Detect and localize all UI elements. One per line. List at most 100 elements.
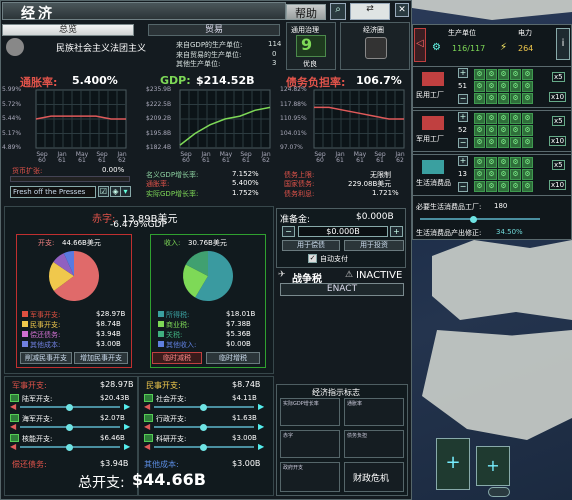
goods-slot[interactable]: ⚙ <box>474 157 485 168</box>
civ_factory-slot[interactable]: ⚙ <box>522 69 533 80</box>
civ_factory-slot[interactable]: ⚙ <box>498 81 509 92</box>
military-slider-knob[interactable] <box>66 424 73 431</box>
civ_factory-slot[interactable]: ⚙ <box>522 81 533 92</box>
raise-civil-button[interactable]: 增加民事开支 <box>74 352 128 364</box>
add-division-button[interactable]: + <box>476 446 510 486</box>
civ_factory-slot[interactable]: ⚙ <box>498 69 509 80</box>
close-icon[interactable]: ✕ <box>395 3 409 17</box>
civil-decrease-icon[interactable]: ◀ <box>144 442 150 451</box>
invest-button[interactable]: 用于投资 <box>344 240 404 251</box>
fiscal-crisis-indicator[interactable]: 财政危机 <box>344 462 404 492</box>
policy-check-icon[interactable]: ☑ <box>98 186 109 197</box>
military-increase-icon[interactable]: ▶ <box>124 422 130 431</box>
goods-slot[interactable]: ⚙ <box>498 157 509 168</box>
goods-slider[interactable] <box>420 218 540 220</box>
civil-increase-icon[interactable]: ▶ <box>258 402 264 411</box>
mil_factory-slot[interactable]: ⚙ <box>474 137 485 148</box>
mil_factory-slot[interactable]: ⚙ <box>486 125 497 136</box>
reserve-plus-button[interactable]: + <box>390 226 403 237</box>
unit-toggle-icon[interactable] <box>488 487 510 497</box>
goods-slot[interactable]: ⚙ <box>486 181 497 192</box>
goods-slot[interactable]: ⚙ <box>498 181 509 192</box>
search-icon[interactable]: ⌕ <box>330 3 346 20</box>
mil_factory-slot[interactable]: ⚙ <box>522 113 533 124</box>
goods-remove-button[interactable]: − <box>458 182 468 192</box>
civ_factory-slot[interactable]: ⚙ <box>510 69 521 80</box>
tab-trade[interactable]: 贸易 <box>148 24 280 36</box>
mil_factory-slot[interactable]: ⚙ <box>486 137 497 148</box>
civ_factory-slot[interactable]: ⚙ <box>522 93 533 104</box>
collapse-arrow-icon[interactable]: ◁ <box>414 28 426 62</box>
x5-button[interactable]: x5 <box>552 160 565 170</box>
economic-circle-box[interactable]: 经济圈 <box>340 22 410 70</box>
indicator-real-gdp[interactable]: 实际GDP增长率 <box>280 398 340 426</box>
goods-slot[interactable]: ⚙ <box>510 181 521 192</box>
add-unit-button[interactable]: + <box>436 438 470 490</box>
civ_factory-slot[interactable]: ⚙ <box>498 93 509 104</box>
civil-decrease-icon[interactable]: ◀ <box>144 422 150 431</box>
info-icon[interactable]: i <box>556 28 570 60</box>
mil_factory-slot[interactable]: ⚙ <box>522 125 533 136</box>
civ_factory-slot[interactable]: ⚙ <box>486 81 497 92</box>
goods-slider-knob[interactable] <box>470 216 477 223</box>
civ_factory-slot[interactable]: ⚙ <box>474 69 485 80</box>
indicator-spending[interactable]: 政府开支 <box>280 462 340 492</box>
indicator-deficit[interactable]: 赤字 <box>280 430 340 458</box>
civil-increase-icon[interactable]: ▶ <box>258 422 264 431</box>
mil_factory-slot[interactable]: ⚙ <box>510 125 521 136</box>
money-expansion-bar[interactable] <box>10 176 130 182</box>
chevron-down-icon[interactable]: ▾ <box>120 186 131 197</box>
civil-slider-knob[interactable] <box>200 404 207 411</box>
goods-slot[interactable]: ⚙ <box>510 169 521 180</box>
x10-button[interactable]: x10 <box>549 92 567 102</box>
repay-debt-button[interactable]: 用于偿债 <box>282 240 340 251</box>
enact-war-tax-button[interactable]: ENACT <box>280 283 404 296</box>
goods-slot[interactable]: ⚙ <box>510 157 521 168</box>
mil_factory-slot[interactable]: ⚙ <box>474 113 485 124</box>
goods-slot[interactable]: ⚙ <box>498 169 509 180</box>
goods-slot[interactable]: ⚙ <box>486 169 497 180</box>
temp-tax-raise-button[interactable]: 临时增税 <box>206 352 260 364</box>
goods-slot[interactable]: ⚙ <box>522 157 533 168</box>
civ_factory-remove-button[interactable]: − <box>458 94 468 104</box>
trade-route-icon[interactable]: ⇄ <box>350 3 390 20</box>
x5-button[interactable]: x5 <box>552 116 565 126</box>
goods-slot[interactable]: ⚙ <box>474 181 485 192</box>
x10-button[interactable]: x10 <box>549 136 567 146</box>
tab-overview[interactable]: 总览 <box>2 24 134 36</box>
mil_factory-slot[interactable]: ⚙ <box>498 125 509 136</box>
reserve-amount-input[interactable]: $0.000B <box>298 226 388 237</box>
civ_factory-slot[interactable]: ⚙ <box>474 93 485 104</box>
reserve-minus-button[interactable]: − <box>282 226 295 237</box>
mil_factory-add-button[interactable]: + <box>458 112 468 122</box>
goods-slot[interactable]: ⚙ <box>522 181 533 192</box>
mil_factory-slot[interactable]: ⚙ <box>498 137 509 148</box>
military-decrease-icon[interactable]: ◀ <box>10 422 16 431</box>
mil_factory-slot[interactable]: ⚙ <box>498 113 509 124</box>
indicator-debt[interactable]: 债务负担 <box>344 430 404 458</box>
military-decrease-icon[interactable]: ◀ <box>10 402 16 411</box>
governance-box[interactable]: 通用治理 9 优良 <box>286 22 336 70</box>
civil-slider-knob[interactable] <box>200 424 207 431</box>
civ_factory-add-button[interactable]: + <box>458 68 468 78</box>
mil_factory-slot[interactable]: ⚙ <box>510 113 521 124</box>
civil-slider-knob[interactable] <box>200 444 207 451</box>
goods-slot[interactable]: ⚙ <box>522 169 533 180</box>
military-slider-knob[interactable] <box>66 404 73 411</box>
goods-slot[interactable]: ⚙ <box>486 157 497 168</box>
cut-civil-button[interactable]: 削减民事开支 <box>20 352 72 364</box>
x10-button[interactable]: x10 <box>549 180 567 190</box>
goods-slot[interactable]: ⚙ <box>474 169 485 180</box>
civ_factory-slot[interactable]: ⚙ <box>474 81 485 92</box>
monetary-policy-select[interactable]: Fresh off the Presses <box>10 186 96 198</box>
military-decrease-icon[interactable]: ◀ <box>10 442 16 451</box>
mil_factory-remove-button[interactable]: − <box>458 138 468 148</box>
x5-button[interactable]: x5 <box>552 72 565 82</box>
civil-increase-icon[interactable]: ▶ <box>258 442 264 451</box>
mil_factory-slot[interactable]: ⚙ <box>474 125 485 136</box>
military-increase-icon[interactable]: ▶ <box>124 402 130 411</box>
mil_factory-slot[interactable]: ⚙ <box>510 137 521 148</box>
civ_factory-slot[interactable]: ⚙ <box>510 81 521 92</box>
goods-add-button[interactable]: + <box>458 156 468 166</box>
mil_factory-slot[interactable]: ⚙ <box>522 137 533 148</box>
